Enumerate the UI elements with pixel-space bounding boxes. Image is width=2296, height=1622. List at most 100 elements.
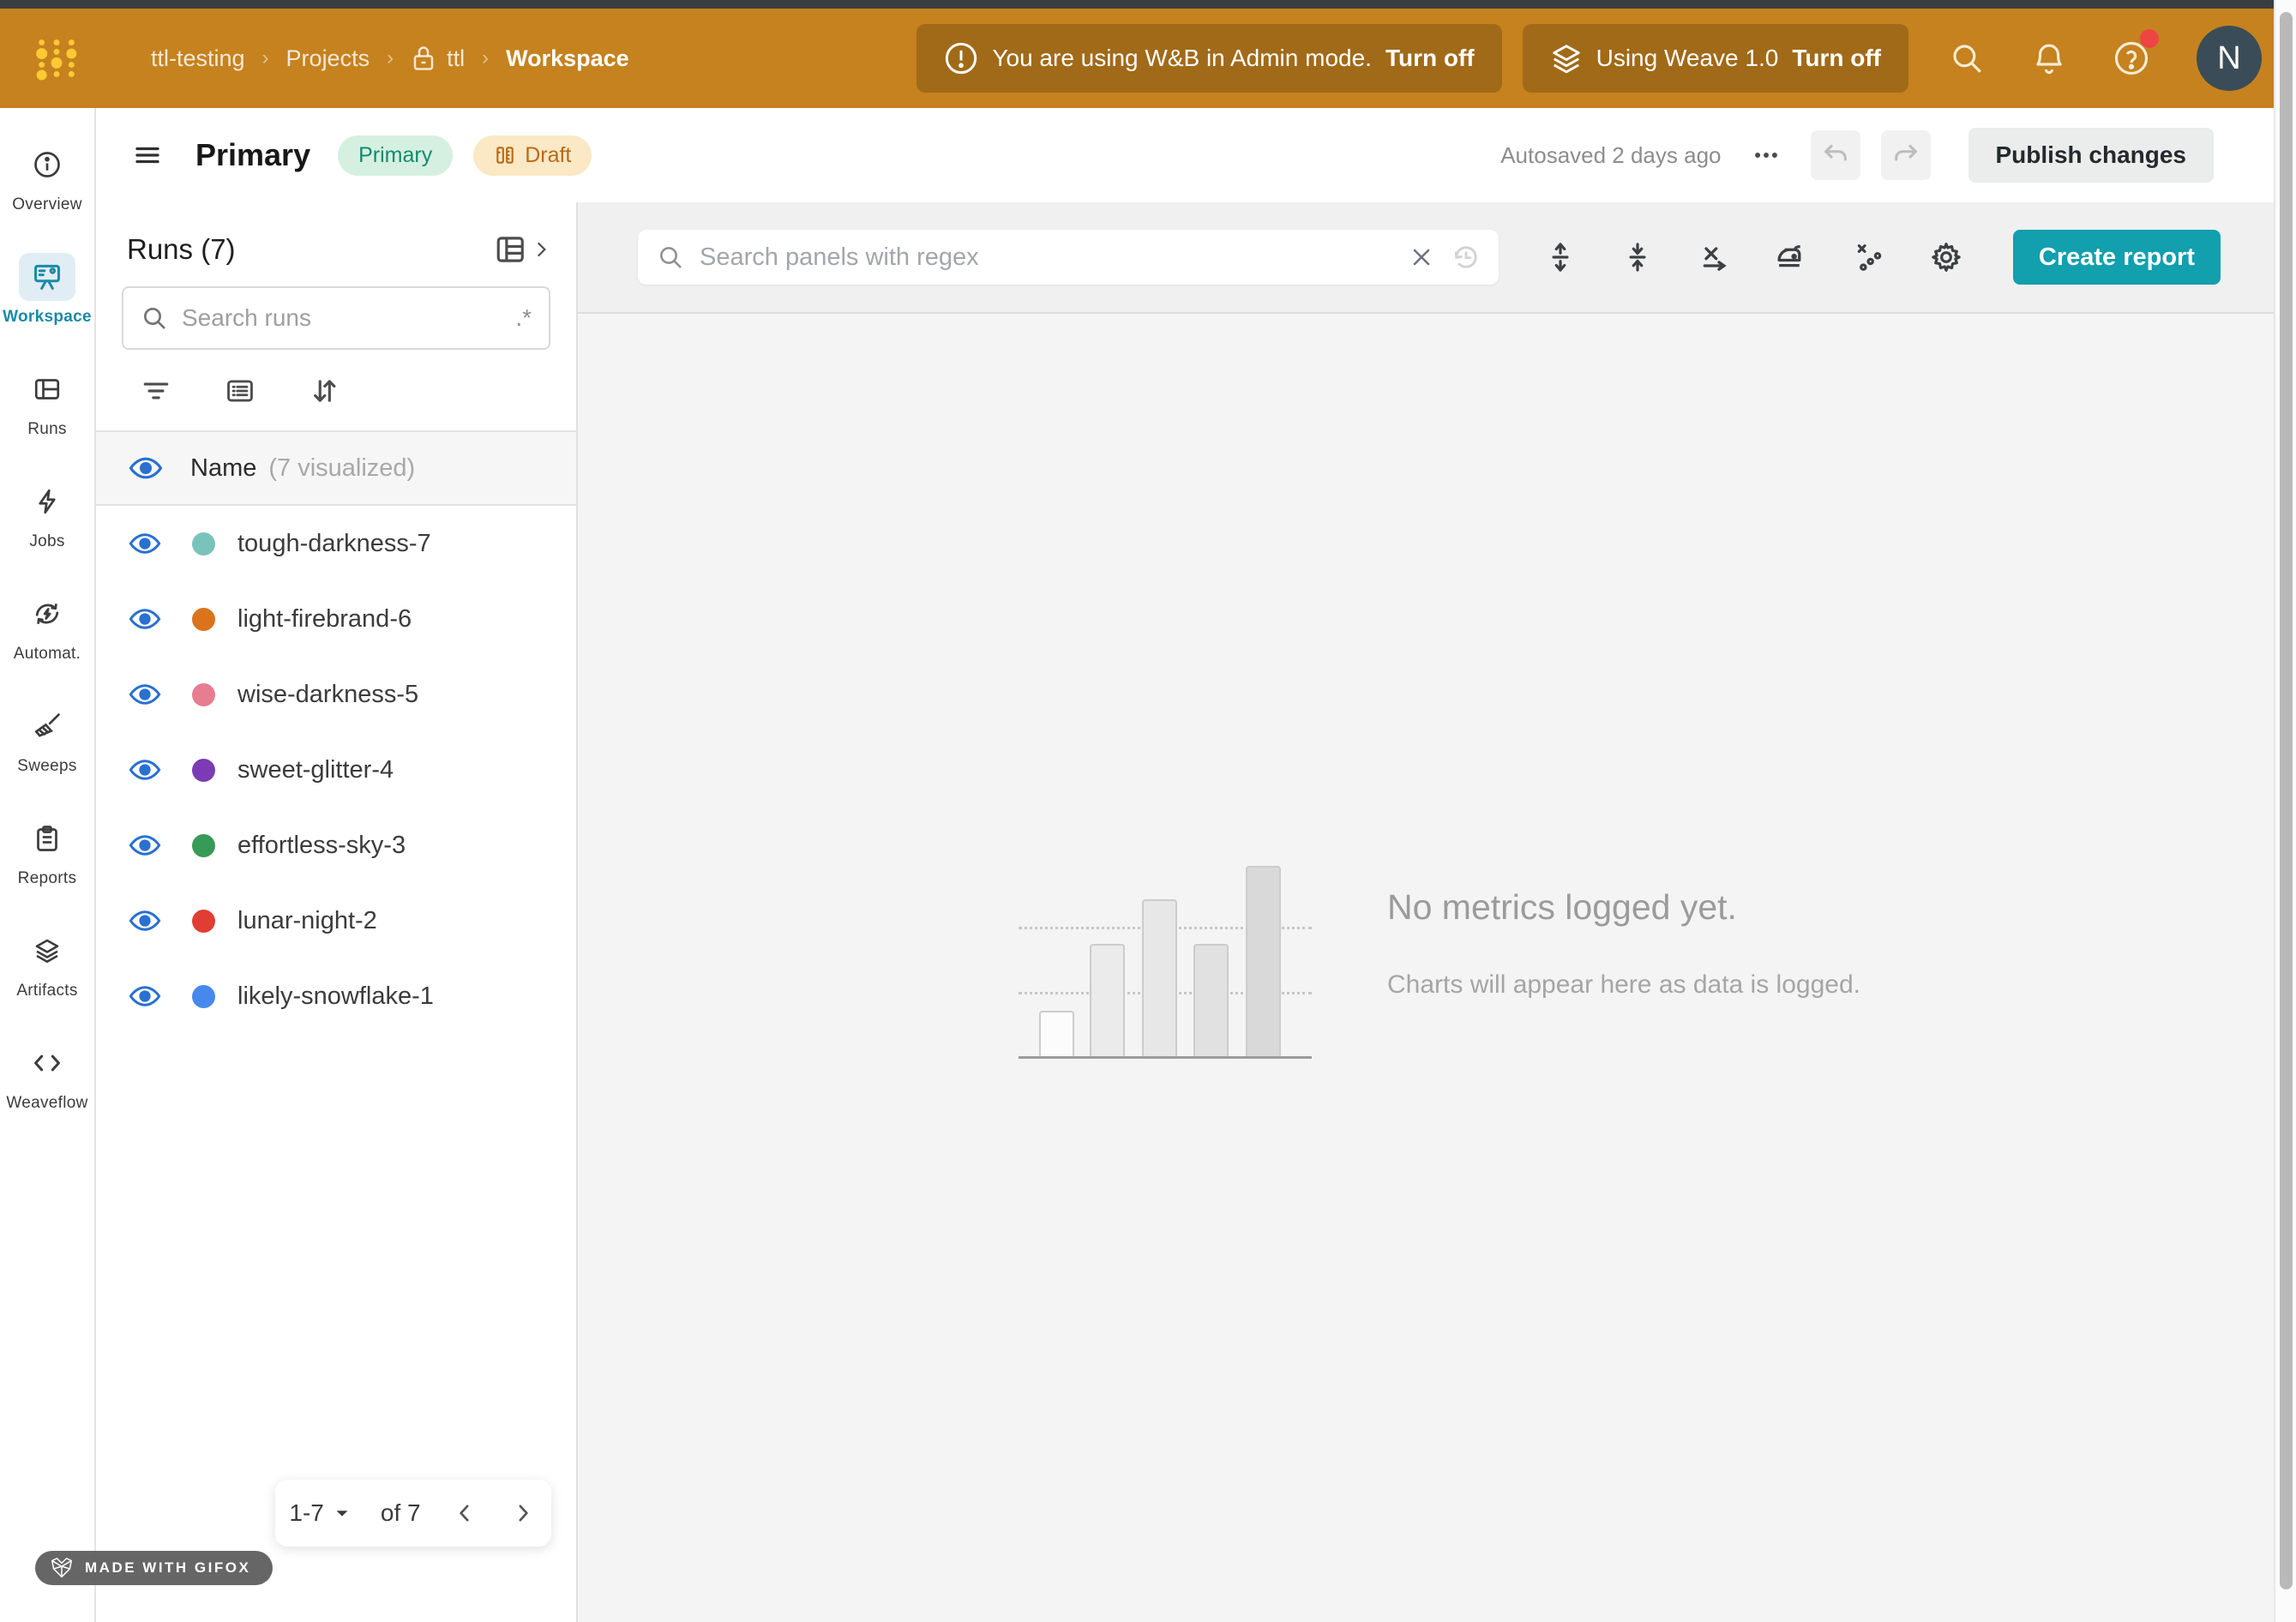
global-search-icon[interactable] bbox=[1943, 34, 1991, 82]
lock-icon bbox=[411, 44, 436, 73]
weave-turn-off-button[interactable]: Turn off bbox=[1792, 45, 1881, 72]
runs-header-row[interactable]: Name (7 visualized) bbox=[96, 430, 576, 506]
runs-search-box: .* bbox=[122, 286, 550, 350]
group-list-icon[interactable] bbox=[223, 374, 257, 408]
expand-runs-table-button[interactable] bbox=[494, 231, 552, 267]
gifox-badge-text: MADE WITH GIFOX bbox=[85, 1559, 250, 1577]
visibility-eye-icon[interactable] bbox=[129, 979, 161, 1013]
next-page-button[interactable] bbox=[508, 1499, 538, 1528]
visibility-eye-icon[interactable] bbox=[129, 677, 161, 712]
visibility-eye-icon[interactable] bbox=[129, 753, 161, 787]
weave-banner[interactable]: Using Weave 1.0 Turn off bbox=[1523, 24, 1908, 93]
runs-sidebar: Runs (7) .* bbox=[96, 202, 578, 1622]
run-color-dot bbox=[192, 985, 215, 1008]
visibility-eye-icon[interactable] bbox=[129, 828, 161, 862]
primary-badge: Primary bbox=[338, 135, 453, 176]
collapse-panels-icon[interactable] bbox=[1619, 238, 1656, 276]
artifacts-layers-icon bbox=[19, 927, 75, 975]
visibility-eye-icon[interactable] bbox=[129, 451, 163, 485]
notifications-bell-icon[interactable] bbox=[2025, 34, 2073, 82]
settings-gear-icon[interactable] bbox=[1927, 238, 1965, 276]
wandb-logo-icon[interactable] bbox=[34, 36, 79, 81]
visibility-eye-icon[interactable] bbox=[129, 526, 161, 561]
info-circle-icon bbox=[19, 141, 75, 189]
panels-canvas: No metrics logged yet. Charts will appea… bbox=[578, 314, 2296, 1622]
page-scrollbar bbox=[2274, 0, 2296, 1622]
run-name: wise-darkness-5 bbox=[237, 681, 418, 709]
breadcrumb-projects[interactable]: Projects bbox=[286, 45, 370, 72]
sort-icon[interactable] bbox=[307, 374, 341, 408]
admin-mode-banner[interactable]: You are using W&B in Admin mode. Turn of… bbox=[917, 24, 1501, 93]
runs-search-input[interactable] bbox=[182, 304, 502, 332]
run-row[interactable]: likely-snowflake-1 bbox=[96, 958, 576, 1034]
page-range-dropdown[interactable]: 1-7 bbox=[289, 1499, 351, 1527]
run-row[interactable]: tough-darkness-7 bbox=[96, 506, 576, 581]
panels-search-input[interactable] bbox=[700, 243, 1392, 272]
empty-state-title: No metrics logged yet. bbox=[1387, 887, 1860, 928]
sidebar-item-runs[interactable]: Runs bbox=[1, 355, 93, 467]
draft-badge[interactable]: Draft bbox=[473, 135, 592, 176]
visualized-count: (7 visualized) bbox=[268, 454, 415, 483]
layers-icon bbox=[1550, 42, 1583, 75]
breadcrumb-entity[interactable]: ttl-testing bbox=[151, 45, 245, 72]
runs-count-title: Runs (7) bbox=[127, 233, 236, 266]
run-row[interactable]: sweet-glitter-4 bbox=[96, 732, 576, 808]
run-row[interactable]: lunar-night-2 bbox=[96, 883, 576, 958]
admin-turn-off-button[interactable]: Turn off bbox=[1385, 45, 1475, 72]
clear-search-icon[interactable] bbox=[1408, 243, 1435, 271]
sidebar-item-sweeps[interactable]: Sweeps bbox=[1, 692, 93, 804]
run-color-dot bbox=[192, 532, 215, 556]
search-history-icon bbox=[1451, 242, 1482, 273]
breadcrumb-project[interactable]: ttl bbox=[447, 45, 465, 72]
sidebar-item-workspace[interactable]: Workspace bbox=[1, 243, 93, 355]
visibility-eye-icon[interactable] bbox=[129, 602, 161, 636]
clipboard-icon bbox=[19, 814, 75, 862]
scrollbar-thumb[interactable] bbox=[2280, 12, 2293, 1589]
panels-toolbar: Create report bbox=[578, 202, 2296, 314]
user-avatar[interactable]: N bbox=[2197, 26, 2262, 91]
help-icon[interactable] bbox=[2107, 34, 2155, 82]
breadcrumb-separator: › bbox=[482, 46, 489, 70]
expand-panels-icon[interactable] bbox=[1542, 238, 1579, 276]
sidebar-item-overview[interactable]: Overview bbox=[1, 130, 93, 243]
regex-toggle[interactable]: .* bbox=[515, 304, 532, 332]
smoothing-iron-icon[interactable] bbox=[1773, 238, 1811, 276]
prev-page-button[interactable] bbox=[450, 1499, 479, 1528]
run-name: likely-snowflake-1 bbox=[237, 982, 434, 1011]
redo-button[interactable] bbox=[1881, 130, 1931, 180]
outliers-icon[interactable] bbox=[1850, 238, 1888, 276]
runs-table-icon bbox=[19, 365, 75, 413]
run-row[interactable]: effortless-sky-3 bbox=[96, 808, 576, 883]
visibility-eye-icon[interactable] bbox=[129, 904, 161, 938]
run-row[interactable]: light-firebrand-6 bbox=[96, 581, 576, 657]
placeholder-bar bbox=[1246, 866, 1281, 1056]
sidebar-item-weaveflow[interactable]: Weaveflow bbox=[1, 1029, 93, 1141]
runs-list: tough-darkness-7 light-firebrand-6 wise-… bbox=[96, 506, 576, 1034]
breadcrumb-separator: › bbox=[387, 46, 394, 70]
overflow-menu-icon[interactable] bbox=[1742, 131, 1790, 179]
gifox-badge: MADE WITH GIFOX bbox=[35, 1551, 273, 1585]
sidebar-item-jobs[interactable]: Jobs bbox=[1, 467, 93, 580]
sidebar-item-artifacts[interactable]: Artifacts bbox=[1, 916, 93, 1029]
sidebar-item-automations[interactable]: Automat. bbox=[1, 580, 93, 692]
window-top-strip bbox=[0, 0, 2296, 9]
undo-icon bbox=[1821, 141, 1850, 170]
automations-cycle-icon bbox=[19, 590, 75, 638]
undo-button[interactable] bbox=[1811, 130, 1860, 180]
panel-menu-icon[interactable] bbox=[130, 138, 165, 172]
run-color-dot bbox=[192, 608, 215, 631]
filter-icon[interactable] bbox=[139, 374, 173, 408]
run-row[interactable]: wise-darkness-5 bbox=[96, 657, 576, 732]
create-report-button[interactable]: Create report bbox=[2013, 230, 2221, 285]
panels-area: Create report No metrics logged yet bbox=[578, 202, 2296, 1622]
redo-icon bbox=[1891, 141, 1920, 170]
x-axis-settings-icon[interactable] bbox=[1696, 238, 1734, 276]
publish-changes-button[interactable]: Publish changes bbox=[1968, 128, 2215, 183]
sidebar-item-reports[interactable]: Reports bbox=[1, 804, 93, 916]
fox-icon bbox=[49, 1556, 75, 1580]
chevron-right-icon bbox=[530, 238, 552, 261]
workspace-easel-icon bbox=[19, 253, 75, 301]
column-header-name: Name bbox=[190, 454, 256, 483]
table-icon bbox=[494, 231, 530, 267]
run-name: lunar-night-2 bbox=[237, 907, 377, 935]
